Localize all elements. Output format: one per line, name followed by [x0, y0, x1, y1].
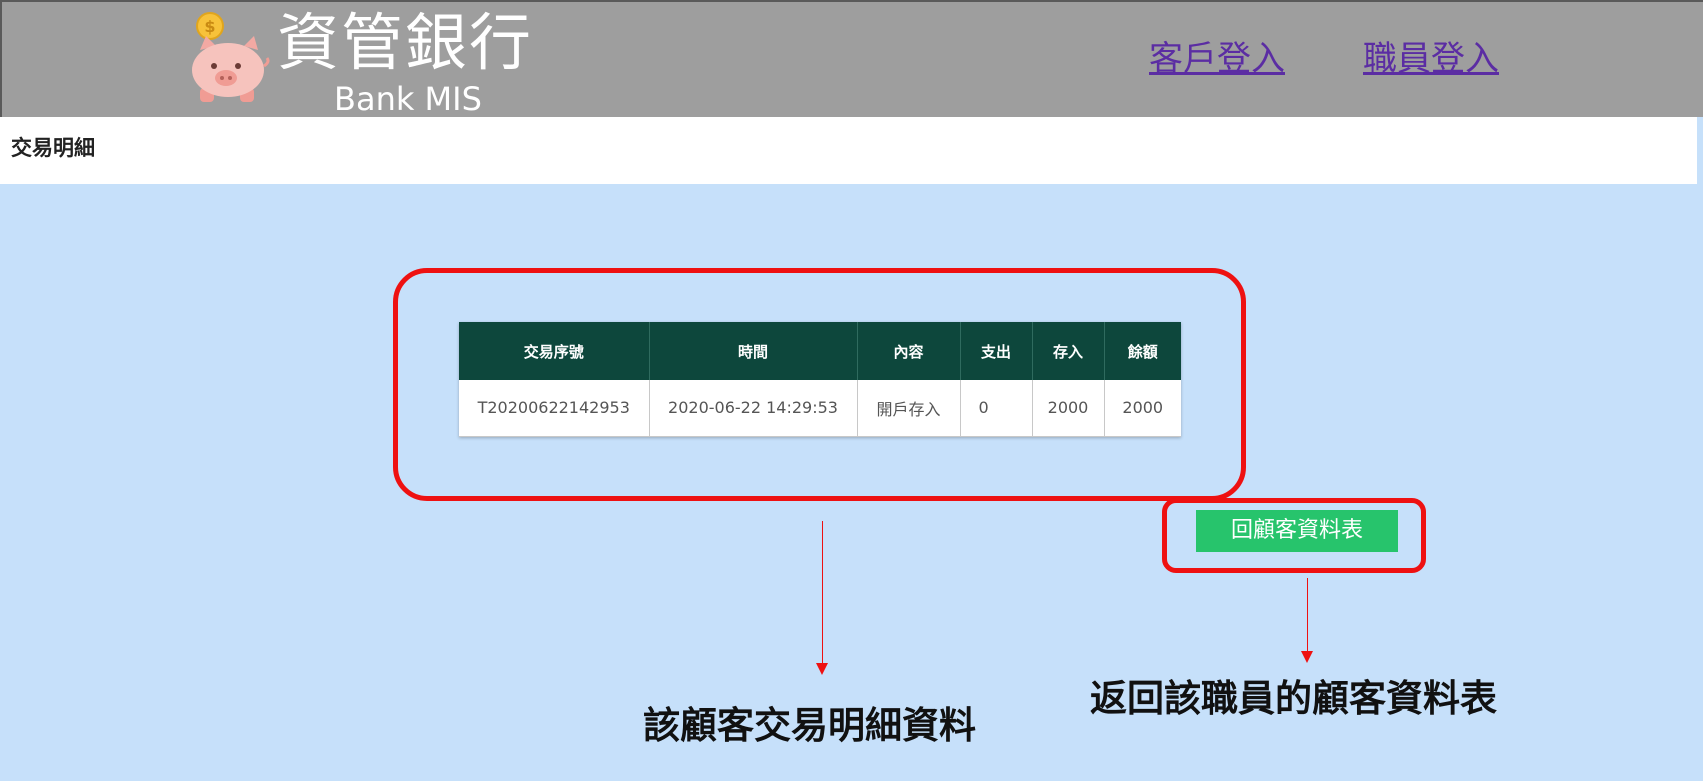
- arrow-down-icon: [1301, 651, 1313, 663]
- table-header-row: 交易序號 時間 內容 支出 存入 餘額: [459, 322, 1181, 380]
- cell-content: 開戶存入: [857, 380, 961, 437]
- cell-tx-id: T20200622142953: [459, 380, 650, 437]
- arrow-down-icon: [816, 663, 828, 675]
- column-header-expense: 支出: [960, 322, 1033, 380]
- annotation-table-label: 該顧客交易明細資料: [643, 704, 976, 747]
- column-header-content: 內容: [857, 322, 961, 380]
- cell-time: 2020-06-22 14:29:53: [649, 380, 858, 437]
- transaction-table: 交易序號 時間 內容 支出 存入 餘額 T20200622142953 2020…: [459, 322, 1181, 437]
- annotation-arrow-table: [822, 521, 823, 666]
- piggy-bank-coin-icon: $: [192, 12, 270, 102]
- back-to-customer-list-button[interactable]: 回顧客資料表: [1196, 510, 1398, 552]
- brand-subtitle: Bank MIS: [334, 80, 482, 118]
- page-title-bar: 交易明細: [0, 117, 1697, 184]
- app-root: $ 資管銀行 Bank MIS 客戶登入 職員登入 交易明細 交易序號 時間 內…: [0, 0, 1703, 781]
- staff-login-link[interactable]: 職員登入: [1363, 36, 1499, 82]
- svg-text:$: $: [204, 17, 215, 36]
- annotation-button-label: 返回該職員的顧客資料表: [1090, 677, 1497, 720]
- customer-login-link[interactable]: 客戶登入: [1149, 36, 1285, 82]
- column-header-balance: 餘額: [1104, 322, 1181, 380]
- site-header: $ 資管銀行 Bank MIS 客戶登入 職員登入: [0, 0, 1703, 118]
- page-title: 交易明細: [11, 136, 95, 160]
- column-header-tx-id: 交易序號: [459, 322, 650, 380]
- brand-title: 資管銀行: [277, 6, 534, 79]
- column-header-deposit: 存入: [1032, 322, 1105, 380]
- annotation-arrow-button: [1307, 578, 1308, 654]
- cell-deposit: 2000: [1032, 380, 1105, 437]
- cell-expense: 0: [960, 380, 1033, 437]
- table-row: T20200622142953 2020-06-22 14:29:53 開戶存入…: [459, 380, 1181, 437]
- cell-balance: 2000: [1104, 380, 1181, 437]
- column-header-time: 時間: [649, 322, 858, 380]
